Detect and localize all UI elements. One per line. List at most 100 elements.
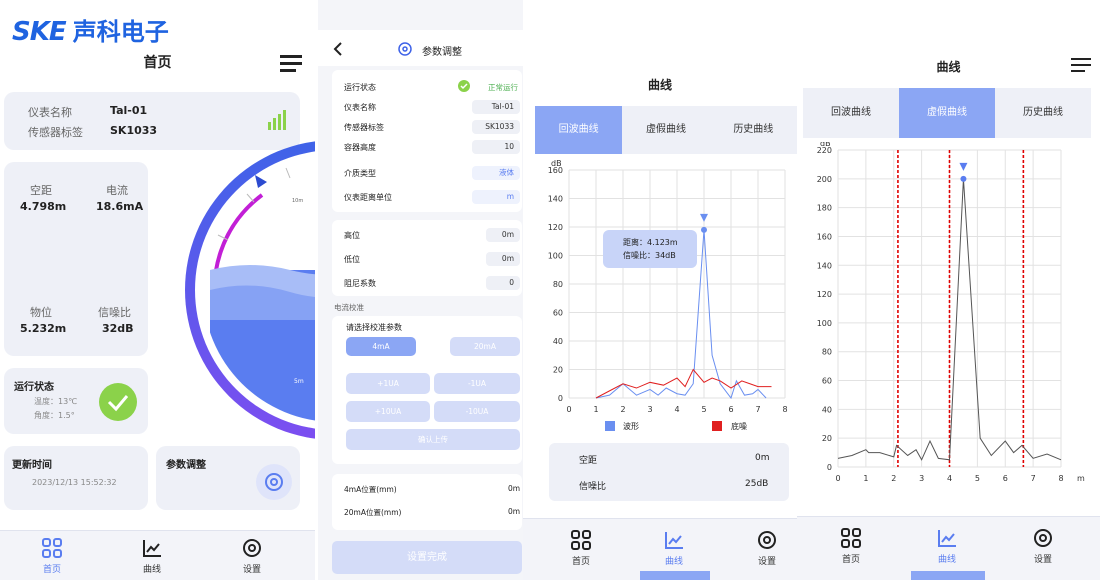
confirm-upload-button[interactable]: 确认上传: [346, 429, 520, 450]
tooltip-distance: 距离：4.123m: [623, 238, 678, 247]
x-tick-label: 6: [728, 405, 733, 414]
page-title: 曲线: [936, 60, 961, 74]
medium-select[interactable]: 液体: [472, 166, 520, 180]
low-input[interactable]: 0m: [486, 252, 520, 266]
y-tick-label: 140: [548, 195, 563, 204]
plus-1ua-button[interactable]: +1UA: [346, 373, 430, 394]
row-low: 低位 0m: [332, 246, 522, 270]
tab-history[interactable]: 历史曲线: [710, 106, 797, 154]
calib-4ma-button[interactable]: 4mA: [346, 337, 416, 356]
tab-false[interactable]: 虚假曲线: [899, 88, 995, 138]
x-tick-label: 0: [835, 474, 840, 483]
tab-echo[interactable]: 回波曲线: [803, 88, 899, 138]
grid-icon: [42, 538, 62, 558]
x-tick-label: 0: [566, 405, 571, 414]
high-input[interactable]: 0m: [486, 228, 520, 242]
empty-value: 0m: [755, 453, 770, 463]
unit-select[interactable]: m: [472, 190, 520, 204]
nav-curve[interactable]: 曲线: [917, 527, 977, 565]
y-tick-label: 60: [822, 377, 832, 386]
y-tick-label: 200: [817, 175, 832, 184]
level-value: 5.232m: [20, 322, 67, 335]
grid-icon: [571, 530, 591, 550]
menu-icon[interactable]: [280, 55, 302, 72]
nav-home[interactable]: 首页: [22, 537, 82, 575]
current-label: 电流: [106, 184, 128, 197]
x-tick-label: 1: [863, 474, 868, 483]
home-screen: 首页 仪表名称 Tal-01 传感器标签 SK1033 空距 4.798m 电流…: [0, 0, 315, 580]
nav-settings[interactable]: 设置: [737, 529, 797, 567]
settings-icon: [758, 531, 776, 549]
update-time-card: 更新时间 2023/12/13 15:52:32: [4, 446, 148, 510]
tab-history[interactable]: 历史曲线: [995, 88, 1091, 138]
gauge-marker-10m: 10m: [292, 198, 303, 204]
x-tick-label: 2: [620, 405, 625, 414]
x-tick-label: 5: [701, 405, 706, 414]
snr-label: 信噪比: [98, 306, 131, 319]
nav-curve[interactable]: 曲线: [644, 529, 704, 567]
nav-home-label: 首页: [841, 555, 860, 565]
name-input[interactable]: Tal-01: [472, 100, 520, 114]
legend-noise-swatch: [712, 421, 722, 431]
stats-card: 空距 4.798m 电流 18.6mA 物位 5.232m 信噪比 32dB: [4, 162, 148, 356]
nav-curve[interactable]: 曲线: [122, 537, 182, 575]
tab-false[interactable]: 虚假曲线: [622, 106, 709, 154]
y-tick-label: 180: [817, 204, 832, 213]
nav-settings[interactable]: 设置: [1013, 527, 1073, 565]
tab-echo[interactable]: 回波曲线: [535, 106, 623, 154]
row-label: 容器高度: [344, 143, 376, 152]
current-value: 18.6mA: [96, 200, 144, 213]
row-label: 仪表名称: [344, 103, 376, 112]
x-axis-unit: m: [1077, 474, 1085, 483]
gauge-marker-5m: 5m: [294, 378, 304, 385]
nav-home[interactable]: 首页: [551, 529, 611, 567]
page-title: 首页: [143, 55, 172, 71]
minus-10ua-button[interactable]: -10UA: [434, 401, 520, 422]
plus-10ua-button[interactable]: +10UA: [346, 401, 430, 422]
empty-label: 空距: [579, 456, 598, 466]
params-screen: 参数调整 运行状态 正常运行 仪表名称 Tal-01 传感器标签 SK1033 …: [318, 0, 523, 580]
row-label: 低位: [344, 255, 360, 264]
active-indicator: [640, 571, 710, 580]
menu-icon[interactable]: [1071, 58, 1091, 72]
calib-header: 电流校准: [334, 303, 364, 312]
height-input[interactable]: 10: [472, 140, 520, 154]
x-tick-label: 4: [947, 474, 952, 483]
check-icon: [99, 383, 137, 421]
curve-tabs: 回波曲线 虚假曲线 历史曲线: [803, 88, 1091, 138]
nav-home[interactable]: 首页: [821, 527, 881, 565]
bottom-nav: 首页 曲线 设置: [523, 518, 797, 580]
params-card[interactable]: 参数调整: [156, 446, 300, 510]
chart-icon: [143, 540, 161, 557]
row-label: 阻尼系数: [344, 279, 376, 288]
y-tick-label: 40: [822, 405, 832, 414]
bottom-nav: 首页 曲线 设置: [0, 530, 315, 580]
done-button[interactable]: 设置完成: [332, 541, 522, 574]
nav-settings-label: 设置: [757, 557, 776, 567]
tooltip-snr: 信噪比：34dB: [623, 251, 676, 260]
status-value: 正常运行: [488, 83, 518, 92]
row-high: 高位 0m: [332, 222, 522, 246]
false-echo-chart: 0204060801001201401601802002200 1 2 3 4 5 6 7 8d…: [817, 142, 1085, 483]
y-tick-label: 60: [553, 309, 563, 318]
minus-1ua-button[interactable]: -1UA: [434, 373, 520, 394]
pos-4ma-value: 0m: [508, 484, 521, 493]
params-title: 参数调整: [166, 460, 206, 471]
nav-settings[interactable]: 设置: [222, 537, 282, 575]
calib-20ma-button[interactable]: 20mA: [450, 337, 520, 356]
chart-tooltip: 距离：4.123m 信噪比：34dB: [603, 230, 697, 268]
tag-input[interactable]: SK1033: [472, 120, 520, 134]
settings-icon: [1034, 529, 1052, 547]
row-damping: 阻尼系数 0: [332, 270, 522, 294]
y-tick-label: 80: [553, 280, 563, 289]
back-icon[interactable]: [332, 42, 344, 56]
y-axis-label: dB: [820, 142, 831, 148]
pos-20ma-value: 0m: [508, 507, 521, 516]
gear-icon: [398, 42, 412, 56]
nav-curve-label: 曲线: [142, 565, 161, 575]
damping-input[interactable]: 0: [486, 276, 520, 290]
gear-icon[interactable]: [256, 464, 292, 500]
row-unit: 仪表距离单位 m: [332, 184, 522, 208]
y-tick-label: 20: [822, 434, 832, 443]
nav-curve-label: 曲线: [937, 555, 956, 565]
